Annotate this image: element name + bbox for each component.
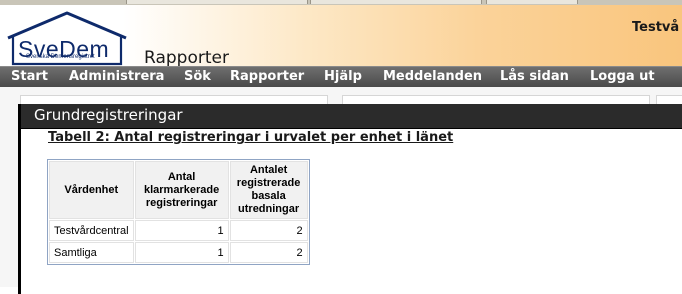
table-header-row: Vårdenhet Antal klarmarkerade registreri… (49, 161, 308, 219)
table-row: Testvårdcentral 1 2 (49, 220, 308, 241)
browser-tab[interactable] (310, 0, 482, 4)
main-nav: Start Administrera Sök Rapporter Hjälp M… (0, 66, 682, 88)
table-cell-unit: Testvårdcentral (49, 220, 134, 241)
nav-administrera[interactable]: Administrera (69, 69, 164, 84)
browser-tab[interactable] (126, 0, 308, 4)
nav-hjalp[interactable]: Hjälp (324, 69, 362, 84)
table-caption: Tabell 2: Antal registreringar i urvalet… (48, 130, 454, 145)
user-name: Testvå (632, 20, 680, 35)
nav-start[interactable]: Start (11, 69, 48, 84)
table-cell-value: 2 (229, 242, 308, 263)
nav-sok[interactable]: Sök (184, 69, 211, 84)
site-header: SveDem Svenska Demensregistret Rapporter… (0, 5, 682, 68)
column-header-vardenhet: Vårdenhet (49, 161, 134, 219)
table-cell-unit: Samtliga (49, 242, 134, 263)
table-row: Samtliga 1 2 (49, 242, 308, 263)
column-header-klarmarkerade: Antal klarmarkerade registreringar (134, 161, 229, 219)
panel-header: Grundregistreringar (21, 104, 682, 129)
nav-rapporter[interactable]: Rapporter (230, 69, 304, 84)
report-table: Vårdenhet Antal klarmarkerade registreri… (47, 159, 310, 265)
table-cell-value: 1 (134, 220, 229, 241)
table-cell-value: 2 (229, 220, 308, 241)
panel-title: Grundregistreringar (34, 106, 183, 124)
nav-las-sidan[interactable]: Lås sidan (500, 69, 569, 84)
nav-logga-ut[interactable]: Logga ut (590, 69, 655, 84)
logo-subtitle: Svenska Demensregistret (26, 54, 95, 60)
app-title: Rapporter (144, 48, 229, 68)
table-cell-value: 1 (134, 242, 229, 263)
column-header-basala-utredningar: Antalet registrerade basala utredningar (229, 161, 308, 219)
browser-tab[interactable] (486, 0, 578, 4)
report-panel: Grundregistreringar Tabell 2: Antal regi… (18, 104, 682, 294)
nav-meddelanden[interactable]: Meddelanden (383, 69, 482, 84)
